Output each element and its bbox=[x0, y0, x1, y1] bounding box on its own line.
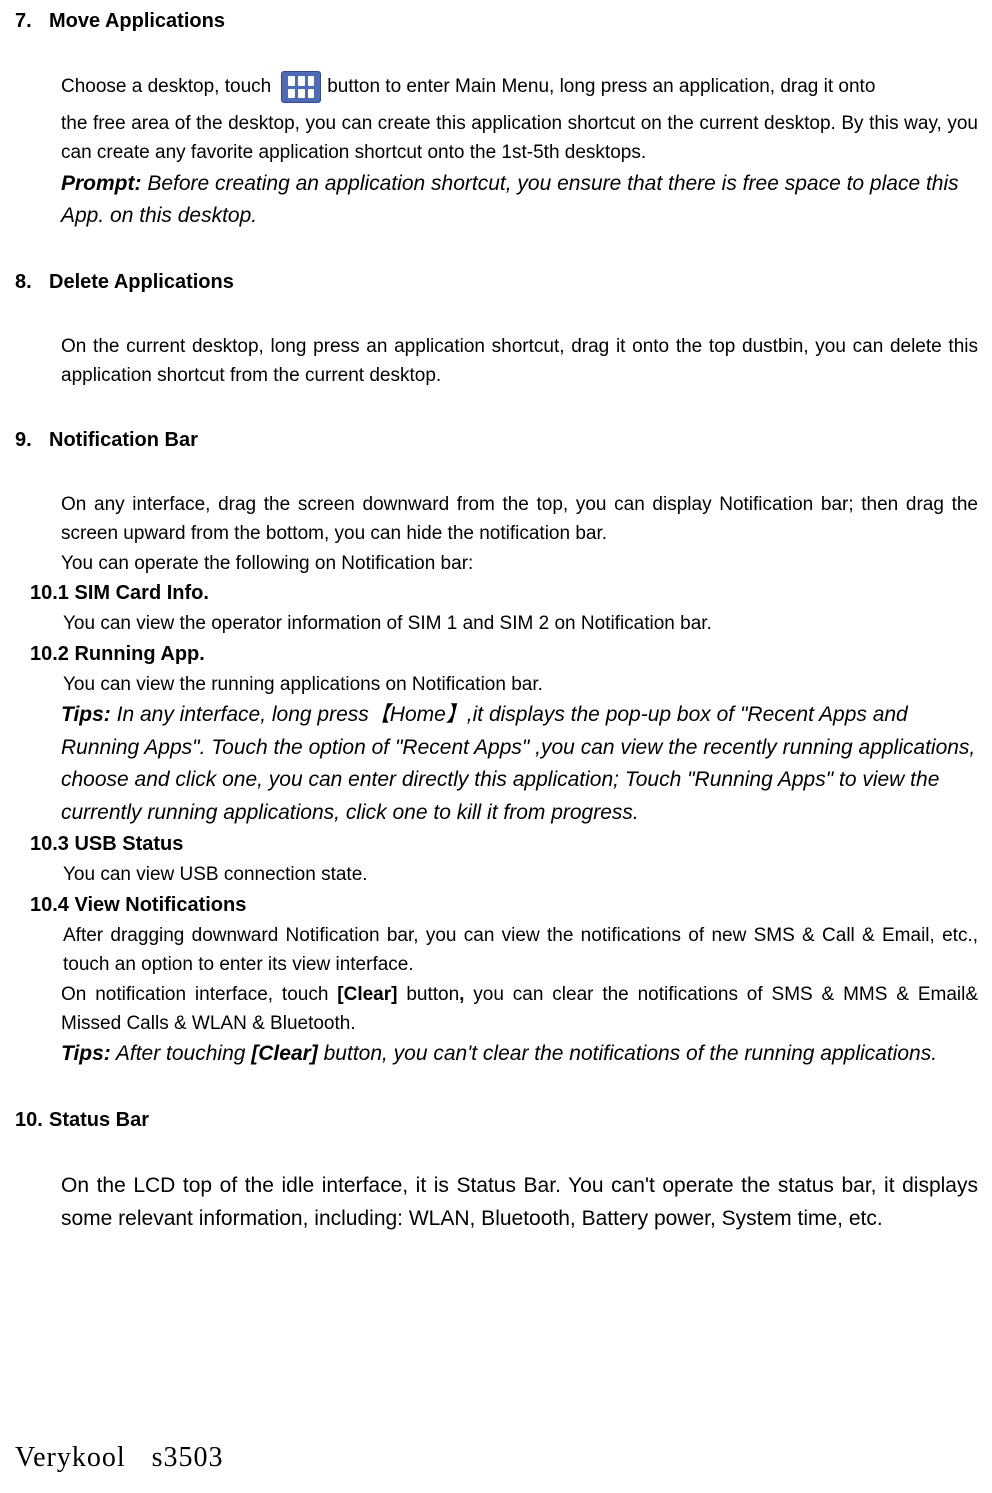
tips-clear: [Clear] bbox=[251, 1042, 318, 1065]
tips-10-2-wrap: Tips: In any interface, long press【Home】… bbox=[15, 699, 978, 829]
section-7-body: Choose a desktop, touch button to enter … bbox=[15, 37, 978, 233]
heading-number: 10. bbox=[15, 1105, 49, 1136]
para-10-4a: After dragging downward Notification bar… bbox=[63, 921, 978, 980]
para-10-4b: On notification interface, touch [Clear]… bbox=[61, 980, 978, 1039]
heading-notification-bar: 9.Notification Bar bbox=[15, 419, 978, 456]
text-before-icon: Choose a desktop, touch bbox=[61, 72, 271, 101]
heading-number: 9. bbox=[15, 425, 49, 456]
tips-text-b: button, you can't clear the notification… bbox=[318, 1042, 937, 1065]
para-10: On the LCD top of the idle interface, it… bbox=[61, 1170, 978, 1235]
section-10-2-body: You can view the running applications on… bbox=[15, 670, 978, 699]
page: 7.Move Applications Choose a desktop, to… bbox=[0, 0, 992, 1493]
tips-text: In any interface, long press【Home】,it di… bbox=[61, 703, 975, 824]
content-area: 7.Move Applications Choose a desktop, to… bbox=[0, 0, 992, 1235]
para-with-icon: Choose a desktop, touch button to enter … bbox=[61, 71, 978, 103]
section-10-1-body: You can view the operator information of… bbox=[15, 609, 978, 638]
heading-text: Move Applications bbox=[49, 10, 225, 32]
heading-sim-card-info: 10.1 SIM Card Info. bbox=[15, 578, 978, 609]
main-menu-icon bbox=[281, 71, 321, 103]
prompt-text: Before creating an application shortcut,… bbox=[61, 172, 959, 228]
heading-usb-status: 10.3 USB Status bbox=[15, 829, 978, 860]
tips-text-a: After touching bbox=[111, 1042, 251, 1065]
tips-label: Tips: bbox=[61, 703, 111, 726]
heading-running-app: 10.2 Running App. bbox=[15, 639, 978, 670]
heading-text: Status Bar bbox=[49, 1109, 149, 1131]
text-after-icon: button to enter Main Menu, long press an… bbox=[327, 72, 875, 101]
tips-10-4: Tips: After touching [Clear] button, you… bbox=[61, 1038, 978, 1071]
section-10-4-body: After dragging downward Notification bar… bbox=[15, 921, 978, 980]
heading-text: Delete Applications bbox=[49, 271, 234, 293]
para-10-1: You can view the operator information of… bbox=[63, 609, 978, 638]
para-9-2: You can operate the following on Notific… bbox=[61, 549, 978, 578]
heading-number: 7. bbox=[15, 6, 49, 37]
heading-status-bar: 10.Status Bar bbox=[15, 1099, 978, 1136]
heading-move-applications: 7.Move Applications bbox=[15, 0, 978, 37]
tips-10-2: Tips: In any interface, long press【Home】… bbox=[61, 699, 978, 829]
heading-delete-applications: 8.Delete Applications bbox=[15, 261, 978, 298]
para-7-2: the free area of the desktop, you can cr… bbox=[61, 109, 978, 168]
txt-b: button bbox=[397, 984, 459, 1005]
para-10-3: You can view USB connection state. bbox=[63, 860, 978, 889]
para-9-1: On any interface, drag the screen downwa… bbox=[61, 490, 978, 549]
prompt-label: Prompt: bbox=[61, 172, 142, 195]
section-10-4-body2: On notification interface, touch [Clear]… bbox=[15, 980, 978, 1071]
txt-a: On notification interface, touch bbox=[61, 984, 337, 1005]
heading-view-notifications: 10.4 View Notifications bbox=[15, 890, 978, 921]
apps-grid-icon bbox=[281, 71, 321, 103]
section-8-body: On the current desktop, long press an ap… bbox=[15, 298, 978, 391]
section-10-3-body: You can view USB connection state. bbox=[15, 860, 978, 889]
tips-label: Tips: bbox=[61, 1042, 111, 1065]
prompt-7: Prompt: Before creating an application s… bbox=[61, 168, 978, 233]
para-8-1: On the current desktop, long press an ap… bbox=[61, 332, 978, 391]
heading-number: 8. bbox=[15, 267, 49, 298]
section-10-body: On the LCD top of the idle interface, it… bbox=[15, 1136, 978, 1235]
section-9-body: On any interface, drag the screen downwa… bbox=[15, 456, 978, 578]
clear-label: [Clear] bbox=[337, 984, 397, 1005]
footer-model: Verykool s3503 bbox=[15, 1436, 224, 1479]
para-10-2: You can view the running applications on… bbox=[63, 670, 978, 699]
heading-text: Notification Bar bbox=[49, 429, 198, 451]
